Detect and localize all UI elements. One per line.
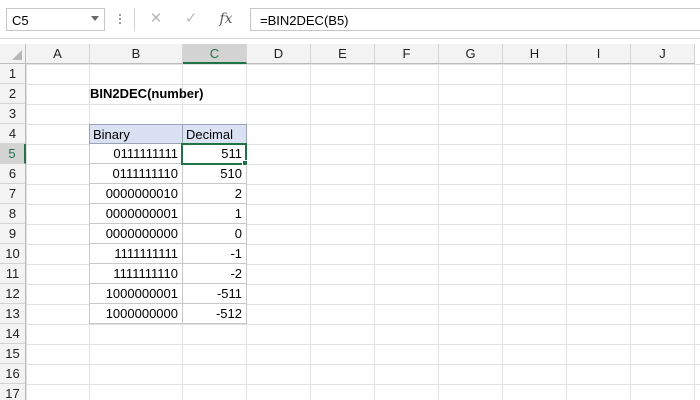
row-header-11[interactable]: 11: [0, 264, 26, 284]
row-header-13[interactable]: 13: [0, 304, 26, 324]
row-header-7[interactable]: 7: [0, 184, 26, 204]
row-header-16[interactable]: 16: [0, 364, 26, 384]
header-cell-binary[interactable]: Binary: [89, 124, 183, 144]
table-cell-decimal[interactable]: 2: [182, 184, 247, 204]
grid-line: [502, 64, 503, 400]
row-header-12[interactable]: 12: [0, 284, 26, 304]
header-cell-decimal[interactable]: Decimal: [182, 124, 247, 144]
row-header-9[interactable]: 9: [0, 224, 26, 244]
cell-area[interactable]: BIN2DEC(number) Binary Decimal 011111111…: [26, 64, 700, 400]
table-cell-binary[interactable]: 1111111110: [89, 264, 183, 284]
drag-handle-icon[interactable]: [118, 12, 122, 27]
table-cell-binary[interactable]: 0000000010: [89, 184, 183, 204]
table-cell-decimal[interactable]: 1: [182, 204, 247, 224]
row-header-14[interactable]: 14: [0, 324, 26, 344]
enter-icon[interactable]: ✓: [181, 9, 201, 29]
table-cell-decimal[interactable]: 0: [182, 224, 247, 244]
formula-bar: C5 ✕ ✓ fx =BIN2DEC(B5): [0, 0, 700, 39]
column-header-c[interactable]: C: [183, 44, 247, 64]
select-all-corner[interactable]: [0, 44, 26, 64]
grid-line: [310, 64, 311, 400]
column-header-a[interactable]: A: [26, 44, 90, 64]
column-header-d[interactable]: D: [247, 44, 311, 64]
table-cell-binary[interactable]: 1111111111: [89, 244, 183, 264]
chevron-down-icon[interactable]: [91, 16, 99, 21]
table-cell-binary[interactable]: 0111111110: [89, 164, 183, 184]
row-header-3[interactable]: 3: [0, 104, 26, 124]
row-header-5[interactable]: 5: [0, 144, 26, 164]
table-cell-decimal[interactable]: 510: [182, 164, 247, 184]
table-cell-decimal[interactable]: -1: [182, 244, 247, 264]
name-box-value: C5: [12, 13, 29, 28]
grid-line: [438, 64, 439, 400]
grid-line: [374, 64, 375, 400]
column-header-j[interactable]: J: [631, 44, 695, 64]
insert-function-icon[interactable]: fx: [216, 9, 236, 29]
sheet-title[interactable]: BIN2DEC(number): [90, 84, 203, 104]
row-header-2[interactable]: 2: [0, 84, 26, 104]
cancel-icon[interactable]: ✕: [146, 9, 166, 29]
select-all-icon: [12, 50, 22, 60]
formula-text: =BIN2DEC(B5): [260, 13, 349, 28]
row-header-1[interactable]: 1: [0, 64, 26, 84]
column-header-e[interactable]: E: [311, 44, 375, 64]
row-header-4[interactable]: 4: [0, 124, 26, 144]
fill-handle[interactable]: [242, 160, 248, 166]
table-cell-decimal[interactable]: -511: [182, 284, 247, 304]
divider: [134, 8, 135, 31]
active-cell-selection[interactable]: [181, 143, 247, 165]
grid-line: [630, 64, 631, 400]
row-header-10[interactable]: 10: [0, 244, 26, 264]
column-header-b[interactable]: B: [90, 44, 183, 64]
column-header-i[interactable]: I: [567, 44, 631, 64]
table-cell-decimal[interactable]: -512: [182, 304, 247, 324]
column-header-g[interactable]: G: [439, 44, 503, 64]
table-cell-binary[interactable]: 1000000000: [89, 304, 183, 324]
formula-input[interactable]: =BIN2DEC(B5): [250, 8, 700, 31]
name-box[interactable]: C5: [6, 8, 105, 31]
table-cell-binary[interactable]: 0000000000: [89, 224, 183, 244]
table-cell-binary[interactable]: 0111111111: [89, 144, 183, 164]
row-header-15[interactable]: 15: [0, 344, 26, 364]
table-cell-binary[interactable]: 1000000001: [89, 284, 183, 304]
row-header-17[interactable]: 17: [0, 384, 26, 400]
table-cell-decimal[interactable]: -2: [182, 264, 247, 284]
column-header-f[interactable]: F: [375, 44, 439, 64]
row-header-8[interactable]: 8: [0, 204, 26, 224]
row-header-6[interactable]: 6: [0, 164, 26, 184]
grid-line: [694, 64, 695, 400]
table-cell-binary[interactable]: 0000000001: [89, 204, 183, 224]
column-header-h[interactable]: H: [503, 44, 567, 64]
grid-line: [566, 64, 567, 400]
